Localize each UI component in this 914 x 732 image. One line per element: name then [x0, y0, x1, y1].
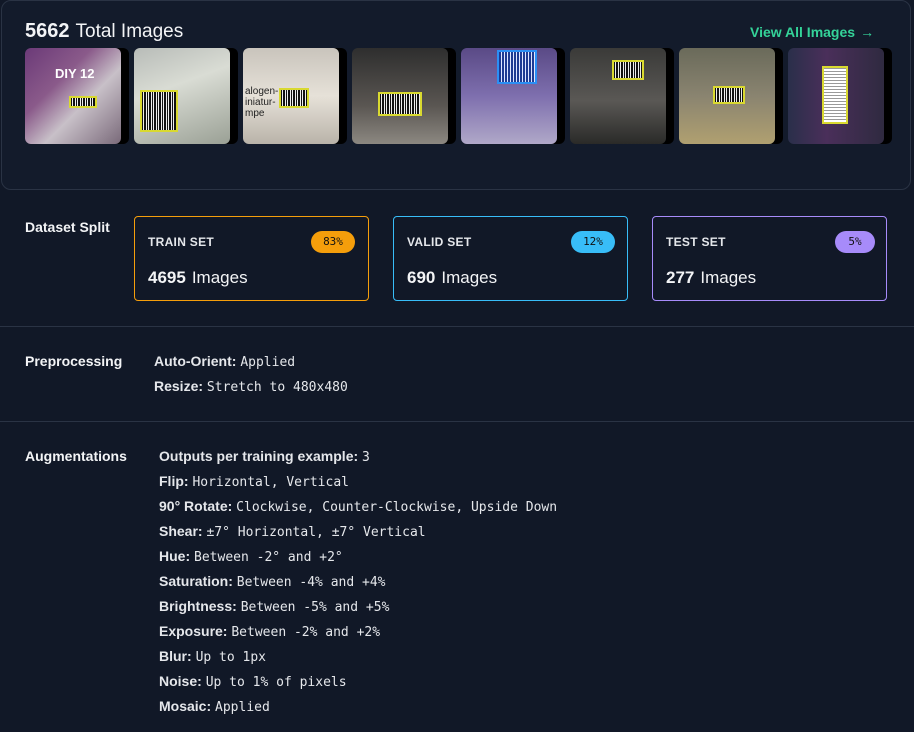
dataset-split-label: Dataset Split: [25, 219, 110, 235]
augmentation-item: Exposure: Between -2% and +2%: [159, 623, 381, 640]
thumbnail-strip: DIY 12 alogen- iniatur- mpe: [25, 48, 885, 145]
test-count: 277 Images: [666, 268, 757, 287]
thumbnail[interactable]: [461, 48, 557, 144]
augmentation-item: Noise: Up to 1% of pixels: [159, 673, 347, 690]
arrow-right-icon: →: [860, 24, 875, 40]
train-set-card[interactable]: TRAIN SET 83% 4695 Images: [134, 216, 369, 301]
total-count: 5662: [25, 20, 70, 42]
preprocessing-item: Resize: Stretch to 480x480: [154, 378, 348, 395]
valid-percent-badge: 12%: [571, 231, 615, 253]
augmentation-item: Saturation: Between -4% and +4%: [159, 573, 386, 590]
valid-set-card[interactable]: VALID SET 12% 690 Images: [393, 216, 628, 301]
augmentation-item: Mosaic: Applied: [159, 698, 270, 715]
thumbnail[interactable]: [679, 48, 775, 144]
augmentation-item: Brightness: Between -5% and +5%: [159, 598, 390, 615]
test-set-card[interactable]: TEST SET 5% 277 Images: [652, 216, 887, 301]
preprocessing-label: Preprocessing: [25, 353, 123, 369]
augmentation-item: Flip: Horizontal, Vertical: [159, 473, 349, 490]
thumbnail[interactable]: [788, 48, 884, 144]
thumbnail[interactable]: DIY 12: [25, 48, 121, 144]
test-percent-badge: 5%: [835, 231, 875, 253]
thumbnail-text: DIY 12: [55, 66, 95, 81]
valid-count: 690 Images: [407, 268, 498, 287]
view-all-label: View All Images: [750, 24, 856, 40]
preprocessing-item: Auto-Orient: Applied: [154, 353, 296, 370]
thumbnail[interactable]: [570, 48, 666, 144]
total-images-heading: 5662 Total Images: [25, 20, 183, 43]
augmentation-item: Shear: ±7° Horizontal, ±7° Vertical: [159, 523, 426, 540]
train-count: 4695 Images: [148, 268, 248, 287]
train-percent-badge: 83%: [311, 231, 355, 253]
section-divider: [0, 421, 914, 422]
thumbnail-text: alogen- iniatur- mpe: [245, 86, 279, 119]
thumbnail[interactable]: [134, 48, 230, 144]
thumbnail[interactable]: alogen- iniatur- mpe: [243, 48, 339, 144]
thumbnail[interactable]: [352, 48, 448, 144]
augmentation-item: Hue: Between -2° and +2°: [159, 548, 343, 565]
view-all-images-link[interactable]: View All Images →: [750, 24, 874, 40]
augmentation-item: Blur: Up to 1px: [159, 648, 267, 665]
train-set-title: TRAIN SET: [148, 235, 215, 249]
section-divider: [0, 326, 914, 327]
total-label: Total Images: [75, 21, 184, 42]
augmentation-item: Outputs per training example: 3: [159, 448, 370, 465]
augmentations-label: Augmentations: [25, 448, 127, 464]
valid-set-title: VALID SET: [407, 235, 472, 249]
test-set-title: TEST SET: [666, 235, 726, 249]
augmentation-item: 90° Rotate: Clockwise, Counter-Clockwise…: [159, 498, 558, 515]
